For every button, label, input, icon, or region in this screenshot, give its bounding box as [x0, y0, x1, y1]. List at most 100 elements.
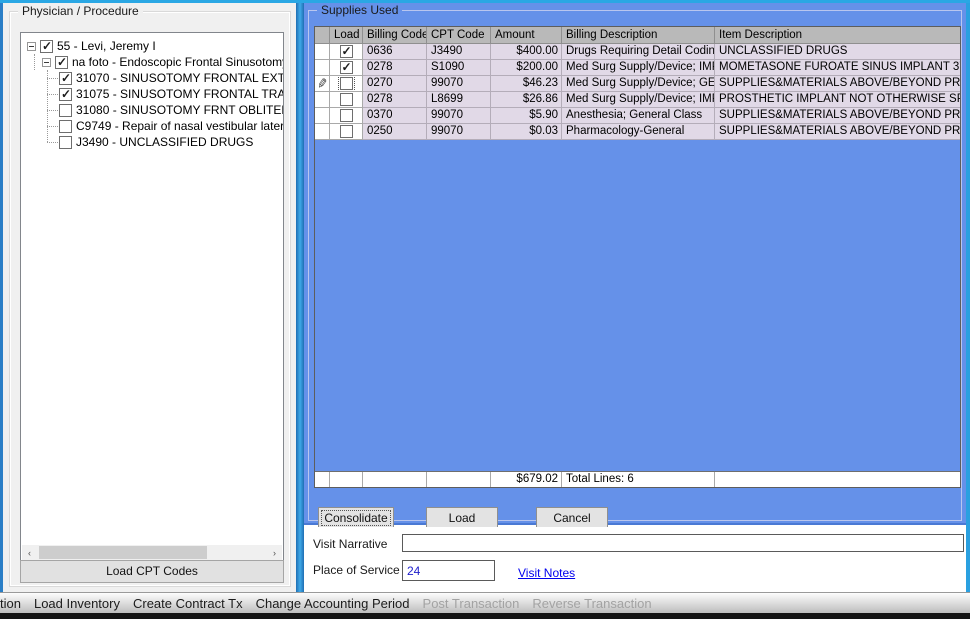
total-amount-cell: $679.02: [491, 472, 562, 487]
toolbar-item-tion[interactable]: tion: [0, 596, 21, 611]
toolbar-item-create-contract-tx[interactable]: Create Contract Tx: [133, 596, 243, 611]
billing-code-cell[interactable]: 0250: [363, 124, 427, 140]
grid-header-item-description[interactable]: Item Description: [715, 27, 961, 44]
scroll-right-icon[interactable]: ›: [267, 545, 282, 560]
load-checkbox-cell[interactable]: [330, 60, 363, 76]
supplies-grid[interactable]: LoadBilling CodeCPT CodeAmountBilling De…: [314, 26, 961, 488]
load-cpt-codes-button[interactable]: Load CPT Codes: [20, 560, 284, 583]
load-checkbox[interactable]: [340, 77, 353, 90]
table-row[interactable]: 0636J3490$400.00Drugs Requiring Detail C…: [315, 44, 961, 60]
scroll-left-icon[interactable]: ‹: [22, 545, 37, 560]
row-selector-cell[interactable]: [315, 92, 330, 108]
tree-checkbox[interactable]: [59, 104, 72, 117]
cpt-code-cell[interactable]: 99070: [427, 124, 491, 140]
total-empty-cell: [427, 472, 491, 487]
grid-header-billing-description[interactable]: Billing Description: [562, 27, 715, 44]
scrollbar-thumb[interactable]: [39, 546, 207, 559]
table-row[interactable]: 025099070$0.03Pharmacology-GeneralSUPPLI…: [315, 124, 961, 140]
load-checkbox[interactable]: [340, 109, 353, 122]
billing-code-cell[interactable]: 0278: [363, 60, 427, 76]
tree-item-procedure[interactable]: na foto - Endoscopic Frontal Sinusotomy: [42, 54, 283, 70]
load-checkbox-cell[interactable]: [330, 108, 363, 124]
load-checkbox-cell[interactable]: [330, 92, 363, 108]
cpt-code-cell[interactable]: L8699: [427, 92, 491, 108]
tree-item-cpt-3[interactable]: C9749 - Repair of nasal vestibular later…: [59, 118, 283, 134]
tree-checkbox[interactable]: [59, 136, 72, 149]
billing-description-cell[interactable]: Med Surg Supply/Device; GEN: [562, 76, 715, 92]
tree-item-cpt-0[interactable]: 31070 - SINUSOTOMY FRONTAL EXTERN: [59, 70, 283, 86]
supplies-used-title: Supplies Used: [317, 3, 402, 17]
row-selector-cell[interactable]: [315, 60, 330, 76]
cancel-button[interactable]: Cancel: [536, 507, 608, 529]
item-description-cell[interactable]: UNCLASSIFIED DRUGS: [715, 44, 961, 60]
amount-cell[interactable]: $400.00: [491, 44, 562, 60]
amount-cell[interactable]: $200.00: [491, 60, 562, 76]
consolidate-button[interactable]: Consolidate: [318, 507, 394, 529]
cpt-code-cell[interactable]: 99070: [427, 108, 491, 124]
billing-code-cell[interactable]: 0370: [363, 108, 427, 124]
tree-checkbox[interactable]: [59, 88, 72, 101]
tree-item-label: C9749 - Repair of nasal vestibular later…: [76, 119, 283, 133]
tree-item-label: 31070 - SINUSOTOMY FRONTAL EXTERN: [76, 71, 283, 85]
tree-expander-icon[interactable]: [27, 42, 36, 51]
row-selector-cell[interactable]: [315, 108, 330, 124]
load-button[interactable]: Load: [426, 507, 498, 529]
grid-header-billing-code[interactable]: Billing Code: [363, 27, 427, 44]
cpt-code-cell[interactable]: 99070: [427, 76, 491, 92]
table-row[interactable]: ✎ 027099070$46.23Med Surg Supply/Device; …: [315, 76, 961, 92]
item-description-cell[interactable]: SUPPLIES&MATERIALS ABOVE/BEYOND PROV: [715, 76, 961, 92]
billing-description-cell[interactable]: Anesthesia; General Class: [562, 108, 715, 124]
row-selector-cell[interactable]: [315, 44, 330, 60]
tree-checkbox[interactable]: [40, 40, 53, 53]
grid-header-amount[interactable]: Amount: [491, 27, 562, 44]
tree-item-cpt-2[interactable]: 31080 - SINUSOTOMY FRNT OBLITERATI': [59, 102, 283, 118]
tree-item-cpt-1[interactable]: 31075 - SINUSOTOMY FRONTAL TRANSO: [59, 86, 283, 102]
toolbar-item-change-accounting-period[interactable]: Change Accounting Period: [256, 596, 410, 611]
tree-expander-icon[interactable]: [42, 58, 51, 67]
amount-cell[interactable]: $0.03: [491, 124, 562, 140]
table-row[interactable]: 037099070$5.90Anesthesia; General ClassS…: [315, 108, 961, 124]
table-row[interactable]: 0278L8699$26.86Med Surg Supply/Device; I…: [315, 92, 961, 108]
row-selector-cell[interactable]: [315, 124, 330, 140]
load-checkbox-cell[interactable]: [330, 44, 363, 60]
billing-description-cell[interactable]: Med Surg Supply/Device; IMP: [562, 60, 715, 76]
billing-code-cell[interactable]: 0636: [363, 44, 427, 60]
billing-description-cell[interactable]: Pharmacology-General: [562, 124, 715, 140]
billing-code-cell[interactable]: 0278: [363, 92, 427, 108]
item-description-cell[interactable]: PROSTHETIC IMPLANT NOT OTHERWISE SPEC: [715, 92, 961, 108]
grid-header-cpt-code[interactable]: CPT Code: [427, 27, 491, 44]
procedure-tree[interactable]: 55 - Levi, Jeremy Ina foto - Endoscopic …: [20, 32, 284, 562]
tree-checkbox[interactable]: [59, 120, 72, 133]
visit-section: Visit Narrative Place of Service Visit N…: [304, 527, 966, 592]
load-checkbox[interactable]: [340, 125, 353, 138]
visit-narrative-input[interactable]: [402, 534, 964, 552]
load-checkbox-cell[interactable]: [330, 76, 363, 92]
item-description-cell[interactable]: MOMETASONE FUROATE SINUS IMPLANT 370: [715, 60, 961, 76]
place-of-service-input[interactable]: [402, 560, 495, 581]
tree-checkbox[interactable]: [55, 56, 68, 69]
item-description-cell[interactable]: SUPPLIES&MATERIALS ABOVE/BEYOND PROV: [715, 108, 961, 124]
toolbar-item-load-inventory[interactable]: Load Inventory: [34, 596, 120, 611]
billing-description-cell[interactable]: Drugs Requiring Detail Coding: [562, 44, 715, 60]
total-empty-cell: [315, 472, 330, 487]
amount-cell[interactable]: $26.86: [491, 92, 562, 108]
cpt-code-cell[interactable]: S1090: [427, 60, 491, 76]
load-checkbox[interactable]: [340, 45, 353, 58]
billing-description-cell[interactable]: Med Surg Supply/Device; IMP: [562, 92, 715, 108]
table-row[interactable]: 0278S1090$200.00Med Surg Supply/Device; …: [315, 60, 961, 76]
grid-header-load[interactable]: Load: [330, 27, 363, 44]
tree-item-cpt-4[interactable]: J3490 - UNCLASSIFIED DRUGS: [59, 134, 283, 150]
amount-cell[interactable]: $46.23: [491, 76, 562, 92]
tree-item-physician[interactable]: 55 - Levi, Jeremy I: [27, 38, 283, 54]
row-selector-cell[interactable]: ✎: [315, 76, 330, 92]
load-checkbox[interactable]: [340, 61, 353, 74]
amount-cell[interactable]: $5.90: [491, 108, 562, 124]
cpt-code-cell[interactable]: J3490: [427, 44, 491, 60]
tree-horizontal-scrollbar[interactable]: ‹ ›: [22, 545, 282, 560]
visit-notes-link[interactable]: Visit Notes: [518, 566, 575, 580]
tree-checkbox[interactable]: [59, 72, 72, 85]
billing-code-cell[interactable]: 0270: [363, 76, 427, 92]
load-checkbox[interactable]: [340, 93, 353, 106]
item-description-cell[interactable]: SUPPLIES&MATERIALS ABOVE/BEYOND PROV: [715, 124, 961, 140]
load-checkbox-cell[interactable]: [330, 124, 363, 140]
